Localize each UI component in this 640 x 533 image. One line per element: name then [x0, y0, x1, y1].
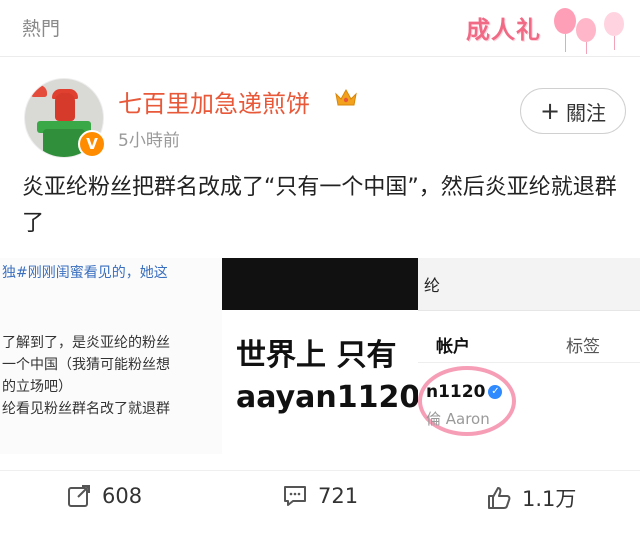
- comment-icon: [284, 486, 306, 506]
- group-name-text: 世界上 只有: [236, 338, 397, 373]
- post-time: 5小時前: [118, 131, 180, 151]
- account-handle-text: aayan1120: [236, 380, 421, 415]
- repost-icon: [68, 485, 90, 507]
- image-middle-panel: 世界上 只有 aayan1120: [222, 310, 422, 454]
- like-button[interactable]: 1.1万: [486, 483, 576, 513]
- tab-account: 帐户: [436, 337, 470, 357]
- image-text-line: 了解到了，是炎亚纶的粉丝: [2, 335, 170, 351]
- account-name: 倫 Aaron: [426, 410, 490, 428]
- coming-of-age-badge[interactable]: 成人礼: [444, 2, 634, 56]
- mario-figure: [55, 93, 75, 121]
- follow-label: 關注: [566, 100, 607, 125]
- balloon-string: [586, 42, 587, 54]
- image-text-line: 一个中国（我猜可能粉丝想: [2, 357, 170, 373]
- plus-icon: +: [539, 97, 561, 125]
- hot-tab-label[interactable]: 熱門: [22, 14, 60, 41]
- action-bar: 608 721 1.1万: [0, 470, 640, 533]
- comment-count: 721: [318, 484, 359, 508]
- image-text-line: 纶看见粉丝群名改了就退群: [2, 401, 170, 417]
- badge-text: 成人礼: [466, 16, 541, 44]
- profile-header-text: 纶: [424, 276, 441, 295]
- balloon-string: [565, 34, 566, 52]
- like-count: 1.1万: [522, 487, 577, 511]
- comment-button[interactable]: 721: [282, 483, 358, 509]
- post-text: 炎亚纶粉丝把群名改成了“只有一个中国”，然后炎亚纶就退群了: [22, 175, 617, 236]
- image-text-line: 独#刚刚闺蜜看见的，她这: [2, 265, 168, 281]
- account-id: n1120 ✓: [426, 382, 503, 402]
- profile-header: 纶: [418, 258, 640, 311]
- balloon-icon: [576, 18, 596, 42]
- tab-divider: [418, 362, 640, 363]
- balloon-string: [614, 36, 615, 50]
- thumbs-up-icon: [488, 487, 511, 509]
- tab-tags: 标签: [566, 337, 600, 357]
- image-text-line: 的立场吧）: [2, 379, 72, 395]
- top-bar: 熱門 成人礼: [0, 0, 640, 57]
- post-username[interactable]: 七百里加急递煎饼: [118, 84, 310, 119]
- verified-badge-icon: V: [78, 130, 106, 158]
- repost-count: 608: [102, 484, 143, 508]
- mushroom-decoration: [31, 85, 47, 97]
- verified-check-icon: ✓: [488, 385, 503, 399]
- crown-icon: [335, 88, 357, 106]
- image-dark-strip: [222, 258, 418, 310]
- image-left-panel: 独#刚刚闺蜜看见的，她这 了解到了，是炎亚纶的粉丝 一个中国（我猜可能粉丝想 的…: [0, 258, 222, 454]
- post-image[interactable]: 独#刚刚闺蜜看见的，她这 了解到了，是炎亚纶的粉丝 一个中国（我猜可能粉丝想 的…: [0, 258, 640, 454]
- follow-button[interactable]: + 關注: [520, 88, 626, 134]
- balloon-icon: [554, 8, 576, 34]
- repost-button[interactable]: 608: [66, 483, 142, 509]
- balloon-icon: [604, 12, 624, 36]
- image-right-panel: 纶 帐户 标签 n1120 ✓ 倫 Aaron: [418, 258, 640, 454]
